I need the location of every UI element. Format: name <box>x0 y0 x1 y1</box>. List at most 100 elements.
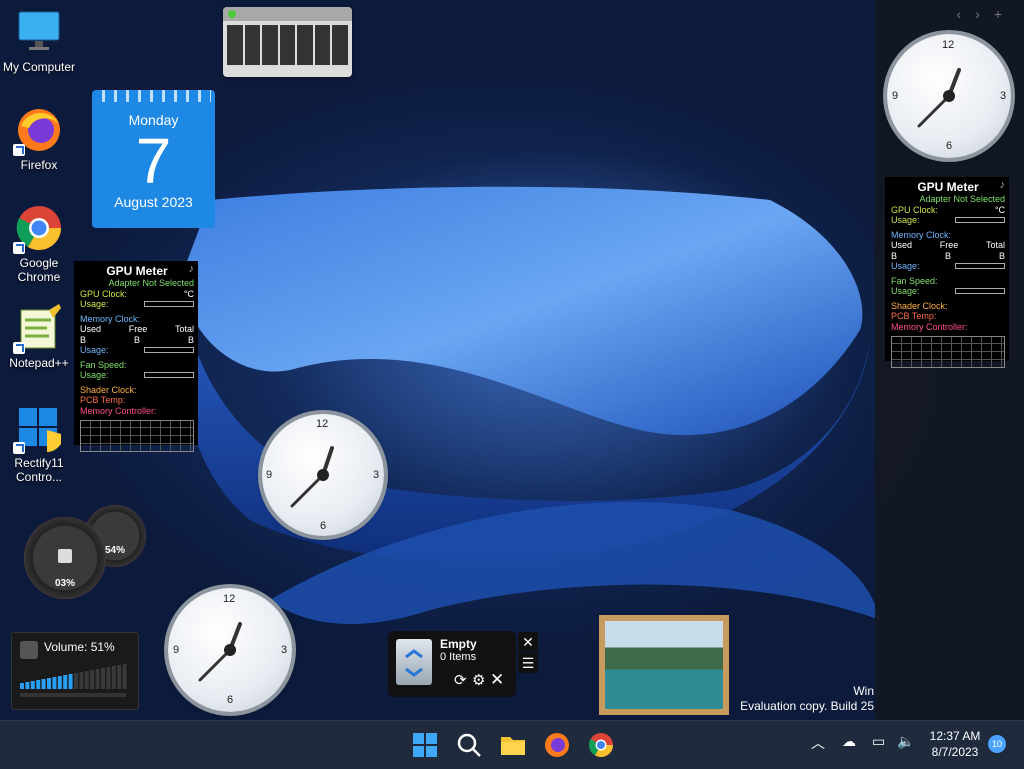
usage-label: Usage: <box>891 215 920 225</box>
file-explorer-icon[interactable] <box>499 731 527 759</box>
icon-label: Rectify11 Contro... <box>14 456 64 484</box>
landscape-photo <box>605 621 723 709</box>
piano-keys[interactable] <box>227 25 349 65</box>
volume-level-bar <box>63 675 68 689</box>
clock-gadget[interactable]: 12 3 6 9 <box>887 34 1011 158</box>
usage-label: Usage: <box>80 345 109 355</box>
evaluation-watermark: Win Evaluation copy. Build 25 <box>740 684 874 714</box>
volume-level-bar <box>106 667 111 689</box>
usage-bar <box>955 217 1005 224</box>
settings-gear-icon[interactable]: ⚙ <box>472 671 485 689</box>
chevron-up-icon[interactable]: ︿ <box>811 733 825 753</box>
shortcut-arrow-icon <box>13 442 25 454</box>
shortcut-arrow-icon <box>13 242 25 254</box>
pcb-temp-label: PCB Temp: <box>80 395 126 405</box>
recycle-bin-gadget[interactable]: Empty 0 Items ⟳ ⚙ ✕ <box>388 631 516 697</box>
adapter-status: Adapter Not Selected <box>919 194 1005 204</box>
memory-controller-label: Memory Controller: <box>891 321 968 332</box>
notification-badge[interactable]: 10 <box>988 735 1006 753</box>
b-unit: B <box>891 250 898 261</box>
search-icon[interactable] <box>455 731 483 759</box>
network-icon[interactable]: ▭ <box>872 733 885 750</box>
b-unit: B <box>187 334 194 345</box>
wallpaper-bloom <box>178 186 880 624</box>
cpu-gauge[interactable]: 03% <box>24 517 106 599</box>
desktop-icon-firefox[interactable]: Firefox <box>1 106 77 172</box>
taskbar-time: 12:37 AM <box>929 729 981 743</box>
desktop-icon-notepadpp[interactable]: Notepad++ <box>1 304 77 370</box>
clock-hands <box>290 446 334 508</box>
empty-bin-close-icon[interactable]: ✕ <box>490 670 504 690</box>
shader-clock-label: Shader Clock: <box>80 384 137 395</box>
speaker-volume-icon[interactable]: 🔈 <box>897 733 914 750</box>
desktop: My Computer Firefox Google Chrome Notepa… <box>0 0 1024 720</box>
usage-graph <box>891 336 1005 368</box>
speaker-icon <box>20 641 38 659</box>
notepadpp-icon <box>13 304 63 354</box>
gpu-meter-title: GPU Meter <box>106 264 168 278</box>
volume-gadget[interactable]: Volume: 51% <box>11 632 139 710</box>
taskbar-date: 8/7/2023 <box>931 745 979 759</box>
desktop-icon-rectify11[interactable]: Rectify11 Contro... <box>1 404 77 484</box>
calendar-gadget[interactable]: Monday 7 August 2023 <box>92 90 215 228</box>
gadget-menu-icon[interactable]: ☰ <box>518 653 538 673</box>
usage-label: Usage: <box>891 286 920 296</box>
watermark-line2: Evaluation copy. Build 25 <box>740 699 874 713</box>
cloud-offline-icon[interactable]: ☁ <box>842 733 856 750</box>
volume-level-bar <box>79 672 84 689</box>
chrome-taskbar-icon[interactable] <box>587 731 615 759</box>
usage-bar <box>955 288 1005 295</box>
volume-level-bar <box>36 680 41 689</box>
gpu-meter-title: GPU Meter <box>917 180 979 194</box>
refresh-icon[interactable]: ⟳ <box>454 671 467 689</box>
piano-gadget[interactable] <box>223 7 352 77</box>
chevron-right-icon[interactable]: › <box>975 6 994 22</box>
volume-bars[interactable] <box>20 663 130 689</box>
usage-label: Usage: <box>80 370 109 380</box>
memory-clock-label: Memory Clock: <box>80 313 141 324</box>
memory-clock-label: Memory Clock: <box>891 229 952 240</box>
music-note-icon: ♪ <box>188 263 195 275</box>
shader-clock-label: Shader Clock: <box>891 300 948 311</box>
clock-gadget[interactable]: 12 3 6 9 <box>262 414 384 536</box>
desktop-icon-my-computer[interactable]: My Computer <box>1 8 77 74</box>
volume-level-bar <box>52 677 57 689</box>
sidebar-nav: ‹›+ <box>956 6 1016 22</box>
gpu-meter-gadget[interactable]: ♪ GPU Meter Adapter Not Selected GPU Clo… <box>74 261 198 452</box>
total-label: Total <box>174 324 194 334</box>
add-gadget-icon[interactable]: + <box>994 6 1016 22</box>
chevron-left-icon[interactable]: ‹ <box>956 6 975 22</box>
clock-gadget[interactable]: 12 3 6 9 <box>168 588 292 712</box>
volume-level-bar <box>95 669 100 689</box>
cpu-chip-icon <box>58 549 72 563</box>
usage-label: Usage: <box>80 299 109 309</box>
recycle-bin-icon <box>396 639 432 685</box>
volume-track <box>20 693 126 697</box>
volume-level-bar <box>47 678 51 689</box>
free-label: Free <box>128 324 148 334</box>
volume-level-bar <box>117 665 122 689</box>
b-unit: B <box>998 250 1005 261</box>
used-label: Used <box>891 240 913 250</box>
start-windows-icon[interactable] <box>411 731 439 759</box>
status-led <box>228 10 236 18</box>
cpu-gauge-value: 03% <box>54 578 75 589</box>
usage-bar <box>955 263 1005 270</box>
temp-unit: °C <box>183 288 194 299</box>
volume-level-bar <box>30 681 35 689</box>
taskbar-clock[interactable]: 12:37 AM 8/7/2023 <box>924 728 986 760</box>
gpu-meter-gadget[interactable]: ♪ GPU Meter Adapter Not Selected GPU Clo… <box>885 177 1009 368</box>
desktop-icon-chrome[interactable]: Google Chrome <box>1 204 77 284</box>
pcb-temp-label: PCB Temp: <box>891 311 937 321</box>
firefox-icon <box>13 106 63 156</box>
usage-label: Usage: <box>891 261 920 271</box>
firefox-taskbar-icon[interactable] <box>543 731 571 759</box>
slideshow-gadget[interactable] <box>599 615 729 715</box>
taskbar: ︿ ☁ ▭ 🔈 12:37 AM 8/7/2023 10 <box>0 720 1024 769</box>
watermark-line1: Win <box>853 684 874 698</box>
usage-graph <box>80 420 194 452</box>
gadget-sidebar: ‹›+ 12 3 6 9 ♪ GPU Meter Adapter Not Sel… <box>875 0 1024 720</box>
volume-level-bar <box>41 679 46 689</box>
gadget-close-icon[interactable]: ✕ <box>518 632 538 652</box>
music-note-icon: ♪ <box>999 179 1006 191</box>
